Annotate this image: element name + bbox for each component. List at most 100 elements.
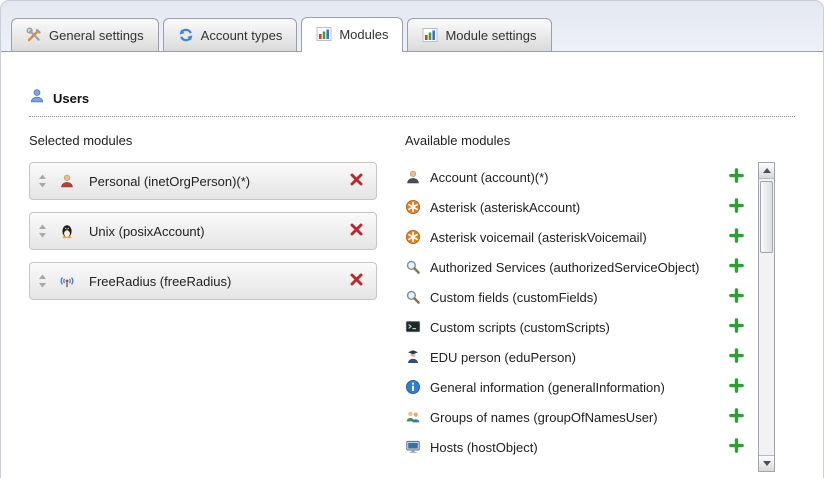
divider (29, 116, 795, 117)
refresh-icon (178, 27, 194, 43)
selected-modules-list: Personal (inetOrgPerson)(*) (29, 162, 377, 300)
plus-icon (729, 378, 744, 396)
module-columns: Selected modules (29, 133, 795, 472)
tab-label: Account types (201, 28, 283, 43)
users-section-header: Users (29, 52, 795, 109)
tab-label: General settings (49, 28, 144, 43)
scroll-up-button[interactable] (759, 163, 774, 179)
module-label: Custom fields (customFields) (430, 290, 598, 305)
scrollbar-thumb[interactable] (760, 181, 773, 253)
add-module-button[interactable] (729, 348, 744, 366)
tab-general-settings[interactable]: General settings (11, 18, 159, 51)
account-person-icon (405, 169, 421, 185)
arrow-down-icon (763, 461, 771, 466)
module-label: Asterisk voicemail (asteriskVoicemail) (430, 230, 647, 245)
module-label: Authorized Services (authorizedServiceOb… (430, 260, 700, 275)
available-module-row[interactable]: Asterisk (asteriskAccount) (405, 192, 744, 222)
module-label: Personal (inetOrgPerson)(*) (89, 174, 250, 189)
available-module-row[interactable]: Account (account)(*) (405, 162, 744, 192)
add-module-button[interactable] (729, 408, 744, 426)
remove-module-button[interactable] (349, 272, 364, 290)
modules-chart-icon (316, 26, 332, 42)
module-label: Custom scripts (customScripts) (430, 320, 610, 335)
available-module-row[interactable]: Custom scripts (customScripts) (405, 312, 744, 342)
tab-modules[interactable]: Modules (301, 17, 403, 52)
remove-module-button[interactable] (349, 172, 364, 190)
info-icon (405, 379, 421, 395)
module-label: General information (generalInformation) (430, 380, 665, 395)
plus-icon (729, 318, 744, 336)
edu-person-icon (405, 349, 421, 365)
selected-module-row[interactable]: Unix (posixAccount) (29, 212, 377, 250)
available-modules-wrap: Account (account)(*) (405, 162, 795, 472)
module-label: Unix (posixAccount) (89, 224, 205, 239)
tab-label: Module settings (445, 28, 536, 43)
available-module-row[interactable]: Custom fields (customFields) (405, 282, 744, 312)
modules-chart-icon (422, 27, 438, 43)
available-module-row[interactable]: Asterisk voicemail (asteriskVoicemail) (405, 222, 744, 252)
available-module-row[interactable]: General information (generalInformation) (405, 372, 744, 402)
section-title: Users (53, 91, 89, 106)
add-module-button[interactable] (729, 318, 744, 336)
module-label: FreeRadius (freeRadius) (89, 274, 231, 289)
add-module-button[interactable] (729, 438, 744, 456)
delete-x-icon (349, 172, 364, 190)
computer-icon (405, 439, 421, 455)
asterisk-icon (405, 199, 421, 215)
tab-label: Modules (339, 27, 388, 42)
selected-module-row[interactable]: FreeRadius (freeRadius) (29, 262, 377, 300)
add-module-button[interactable] (729, 288, 744, 306)
drag-handle-icon[interactable] (38, 224, 47, 238)
scrollbar[interactable] (758, 162, 775, 472)
plus-icon (729, 408, 744, 426)
available-modules-heading: Available modules (405, 133, 795, 148)
available-module-row[interactable]: Hosts (hostObject) (405, 432, 744, 462)
group-icon (405, 409, 421, 425)
tux-penguin-icon (59, 223, 75, 239)
tab-module-settings[interactable]: Module settings (407, 18, 551, 51)
arrow-up-icon (763, 168, 771, 173)
selected-modules-heading: Selected modules (29, 133, 377, 148)
terminal-icon (405, 319, 421, 335)
modules-panel: Users Selected modules (1, 51, 823, 478)
add-module-button[interactable] (729, 198, 744, 216)
available-module-row[interactable]: EDU person (eduPerson) (405, 342, 744, 372)
tools-icon (26, 27, 42, 43)
plus-icon (729, 438, 744, 456)
remove-module-button[interactable] (349, 222, 364, 240)
plus-icon (729, 288, 744, 306)
add-module-button[interactable] (729, 228, 744, 246)
scrollbar-track[interactable] (759, 179, 774, 455)
plus-icon (729, 258, 744, 276)
drag-handle-icon[interactable] (38, 174, 47, 188)
antenna-icon (59, 273, 75, 289)
magnifier-icon (405, 259, 421, 275)
module-label: Hosts (hostObject) (430, 440, 538, 455)
selected-module-row[interactable]: Personal (inetOrgPerson)(*) (29, 162, 377, 200)
add-module-button[interactable] (729, 378, 744, 396)
selected-modules-column: Selected modules (29, 133, 377, 472)
module-label: Asterisk (asteriskAccount) (430, 200, 580, 215)
available-module-row[interactable]: Groups of names (groupOfNamesUser) (405, 402, 744, 432)
delete-x-icon (349, 222, 364, 240)
tab-account-types[interactable]: Account types (163, 18, 298, 51)
add-module-button[interactable] (729, 258, 744, 276)
plus-icon (729, 168, 744, 186)
plus-icon (729, 348, 744, 366)
module-label: Account (account)(*) (430, 170, 549, 185)
tab-bar: General settings Account types (1, 1, 823, 51)
module-label: EDU person (eduPerson) (430, 350, 576, 365)
scroll-down-button[interactable] (759, 455, 774, 471)
delete-x-icon (349, 272, 364, 290)
asterisk-icon (405, 229, 421, 245)
add-module-button[interactable] (729, 168, 744, 186)
personal-icon (59, 173, 75, 189)
available-module-row[interactable]: Authorized Services (authorizedServiceOb… (405, 252, 744, 282)
module-label: Groups of names (groupOfNamesUser) (430, 410, 658, 425)
available-modules-list: Account (account)(*) (405, 162, 744, 472)
plus-icon (729, 198, 744, 216)
lam-configuration-page: General settings Account types (0, 0, 824, 478)
drag-handle-icon[interactable] (38, 274, 47, 288)
available-modules-column: Available modules Account (account)(*) (405, 133, 795, 472)
magnifier-icon (405, 289, 421, 305)
